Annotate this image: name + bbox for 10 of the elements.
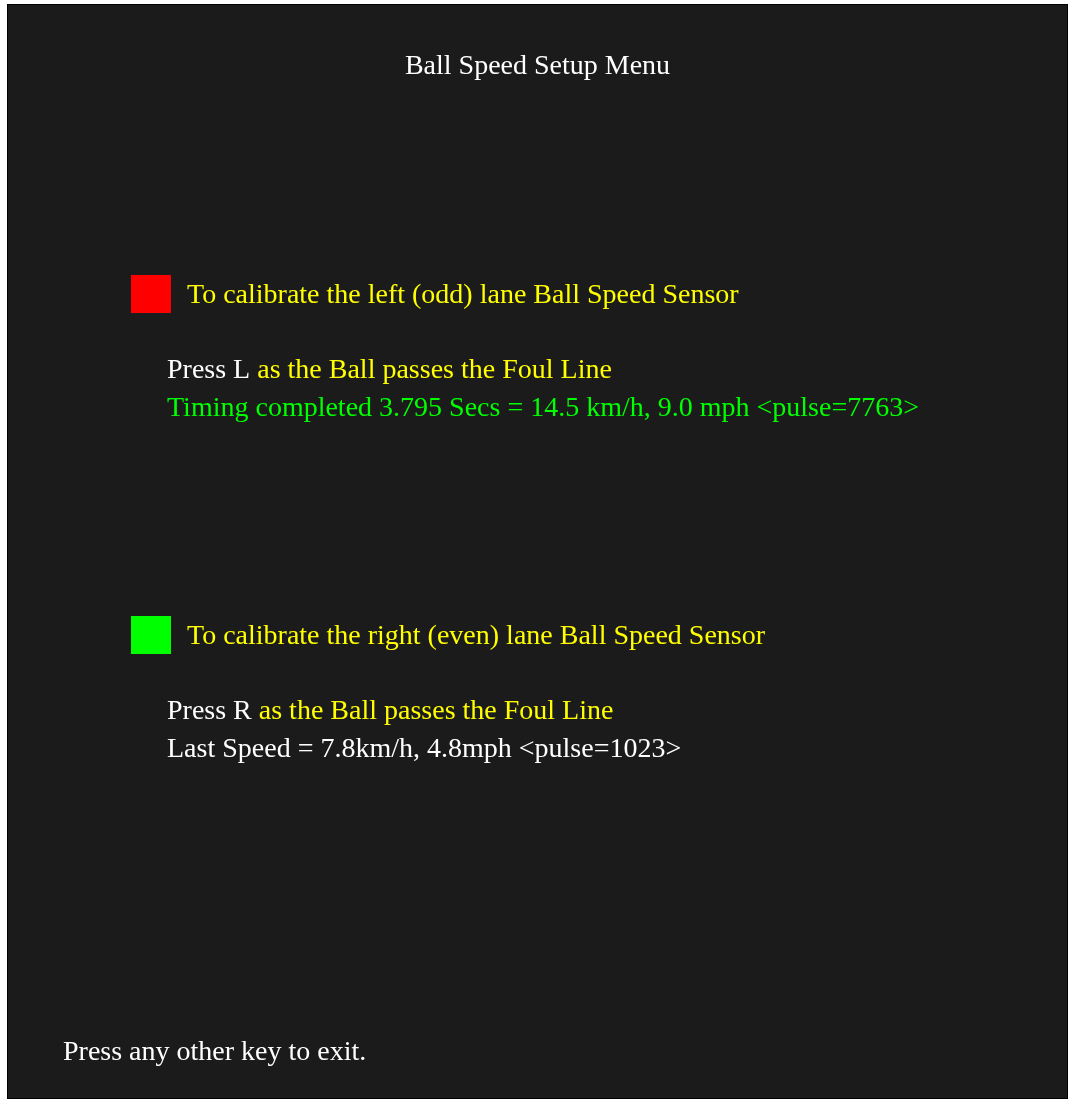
key-prompt: Press L bbox=[167, 353, 251, 384]
key-prompt: Press R bbox=[167, 694, 252, 725]
instruction-text: as the Ball passes the Foul Line bbox=[258, 694, 614, 725]
speed-reading: Last Speed = 7.8km/h, 4.8mph <pulse=1023> bbox=[166, 731, 683, 765]
section-heading: To calibrate the left (odd) lane Ball Speed Sensor bbox=[187, 277, 739, 311]
menu-title: Ball Speed Setup Menu bbox=[403, 48, 672, 82]
instruction-text: as the Ball passes the Foul Line bbox=[257, 353, 612, 384]
exit-hint: Press any other key to exit. bbox=[62, 1034, 368, 1068]
speed-reading: Timing completed 3.795 Secs = 14.5 km/h, 9.0 mph <pulse=7763> bbox=[166, 390, 920, 424]
section-heading: To calibrate the right (even) lane Ball Speed Sensor bbox=[187, 618, 766, 652]
